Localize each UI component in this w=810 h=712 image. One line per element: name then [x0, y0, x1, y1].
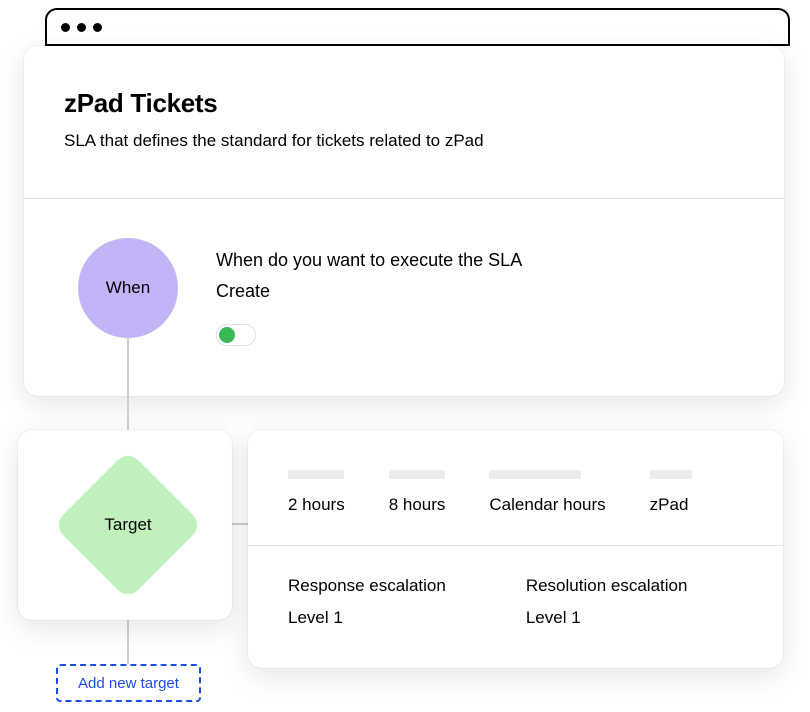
- metric-col: Calendar hours: [489, 470, 605, 515]
- resolution-escalation-title: Resolution escalation: [526, 576, 688, 596]
- target-node-label: Target: [75, 472, 181, 578]
- metric-col: 8 hours: [389, 470, 446, 515]
- target-detail-card: 2 hours 8 hours Calendar hours zPad Resp…: [248, 430, 783, 668]
- metric-value: 2 hours: [288, 495, 345, 515]
- metric-col: zPad: [650, 470, 692, 515]
- when-question: When do you want to execute the SLA: [216, 250, 522, 271]
- browser-frame: [45, 8, 790, 46]
- divider: [24, 198, 784, 199]
- skeleton: [489, 470, 581, 479]
- browser-dot: [61, 23, 70, 32]
- resolution-escalation-level: Level 1: [526, 608, 688, 628]
- browser-dot: [77, 23, 86, 32]
- response-escalation-title: Response escalation: [288, 576, 446, 596]
- when-node[interactable]: When: [78, 238, 178, 338]
- toggle-knob: [219, 327, 235, 343]
- when-value: Create: [216, 281, 522, 302]
- target-metrics-row: 2 hours 8 hours Calendar hours zPad: [248, 430, 783, 545]
- metric-value: Calendar hours: [489, 495, 605, 515]
- escalation-row: Response escalation Level 1 Resolution e…: [248, 546, 783, 628]
- resolution-escalation-col: Resolution escalation Level 1: [526, 576, 688, 628]
- browser-dot: [93, 23, 102, 32]
- skeleton: [650, 470, 692, 479]
- skeleton: [288, 470, 344, 479]
- when-node-label: When: [106, 278, 150, 298]
- sla-toggle[interactable]: [216, 324, 256, 346]
- metric-value: zPad: [650, 495, 692, 515]
- when-content: When do you want to execute the SLA Crea…: [216, 250, 522, 346]
- page-title: zPad Tickets: [64, 88, 744, 119]
- skeleton: [389, 470, 445, 479]
- metric-col: 2 hours: [288, 470, 345, 515]
- add-new-target-button[interactable]: Add new target: [56, 664, 201, 702]
- metric-value: 8 hours: [389, 495, 446, 515]
- response-escalation-level: Level 1: [288, 608, 446, 628]
- response-escalation-col: Response escalation Level 1: [288, 576, 446, 628]
- page-subtitle: SLA that defines the standard for ticket…: [64, 131, 744, 151]
- add-new-target-label: Add new target: [78, 675, 179, 692]
